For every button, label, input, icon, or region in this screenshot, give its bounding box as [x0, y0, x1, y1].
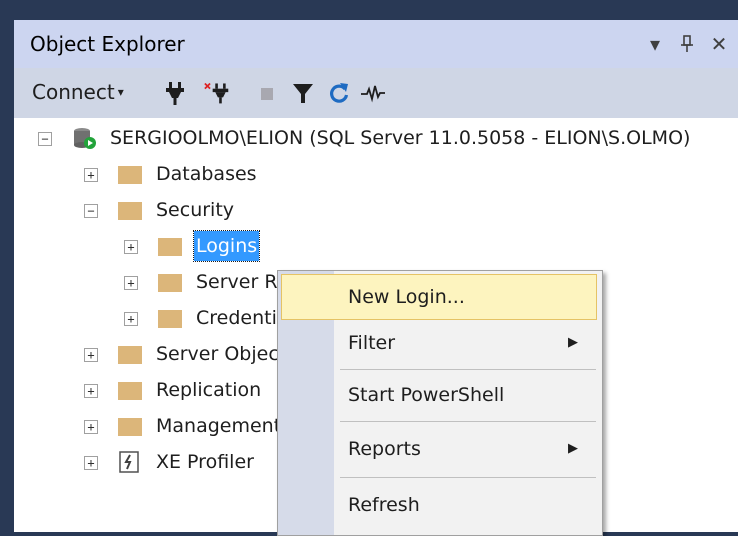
- refresh-icon[interactable]: [326, 80, 352, 106]
- auto-hide-pin-icon[interactable]: [674, 30, 700, 58]
- connect-dropdown-icon[interactable]: ▾: [118, 85, 124, 99]
- expand-icon[interactable]: +: [124, 240, 138, 254]
- expand-icon[interactable]: +: [84, 456, 98, 470]
- tree-node-label: Management: [156, 415, 282, 437]
- menu-separator: [340, 369, 596, 370]
- stop-icon[interactable]: [254, 80, 280, 106]
- tree-node-label: Replication: [156, 379, 262, 401]
- folder-icon: [158, 310, 182, 328]
- folder-icon: [158, 274, 182, 292]
- connect-button[interactable]: Connect ▾: [32, 80, 124, 104]
- menu-item-label: Refresh: [348, 494, 420, 516]
- disconnect-plug-icon[interactable]: [204, 80, 230, 106]
- expand-icon[interactable]: +: [124, 312, 138, 326]
- menu-item-label: Start PowerShell: [348, 384, 505, 406]
- folder-icon: [158, 238, 182, 256]
- tree-node-label: Security: [156, 199, 235, 221]
- menu-separator: [340, 477, 596, 478]
- xe-profiler-icon: [119, 451, 139, 473]
- object-explorer-titlebar: Object Explorer ▾ ✕: [14, 20, 738, 68]
- tree-node-label-selected: Logins: [192, 230, 261, 262]
- menu-item-reports[interactable]: Reports ▶: [282, 427, 596, 471]
- filter-icon[interactable]: [290, 80, 316, 106]
- database-server-icon: [74, 128, 96, 149]
- submenu-arrow-icon: ▶: [568, 441, 578, 456]
- object-explorer-toolbar: Connect ▾: [14, 68, 738, 118]
- tree-node-label: SERGIOOLMO\ELION (SQL Server 11.0.5058 -…: [110, 127, 691, 149]
- connect-label: Connect: [32, 80, 115, 104]
- folder-icon: [118, 418, 142, 436]
- folder-icon: [118, 202, 142, 220]
- context-menu: New Login... Filter ▶ Start PowerShell R…: [277, 270, 603, 536]
- tree-node-label: Databases: [156, 163, 257, 185]
- object-explorer-panel: Object Explorer ▾ ✕ Connect ▾ − SERGIOOL…: [14, 20, 738, 536]
- connect-plug-icon[interactable]: [162, 80, 188, 106]
- expand-icon[interactable]: +: [84, 384, 98, 398]
- expand-icon[interactable]: +: [84, 420, 98, 434]
- panel-title: Object Explorer: [30, 32, 185, 56]
- menu-separator: [340, 421, 596, 422]
- menu-item-label: Filter: [348, 332, 396, 354]
- folder-icon: [118, 382, 142, 400]
- folder-icon: [118, 166, 142, 184]
- expand-icon[interactable]: +: [84, 348, 98, 362]
- expand-icon[interactable]: +: [84, 168, 98, 182]
- menu-item-refresh[interactable]: Refresh: [282, 483, 596, 527]
- menu-item-label: New Login...: [348, 286, 465, 308]
- menu-item-filter[interactable]: Filter ▶: [282, 321, 596, 365]
- folder-icon: [118, 346, 142, 364]
- collapse-icon[interactable]: −: [38, 132, 52, 146]
- menu-item-start-powershell[interactable]: Start PowerShell: [282, 373, 596, 417]
- close-icon[interactable]: ✕: [706, 30, 732, 58]
- activity-monitor-icon[interactable]: [360, 80, 386, 106]
- window-position-dropdown-icon[interactable]: ▾: [642, 30, 668, 58]
- expand-icon[interactable]: +: [124, 276, 138, 290]
- menu-item-new-login[interactable]: New Login...: [281, 274, 597, 320]
- tree-node-label: XE Profiler: [156, 451, 254, 473]
- menu-item-label: Reports: [348, 438, 421, 460]
- collapse-icon[interactable]: −: [84, 204, 98, 218]
- submenu-arrow-icon: ▶: [568, 335, 578, 350]
